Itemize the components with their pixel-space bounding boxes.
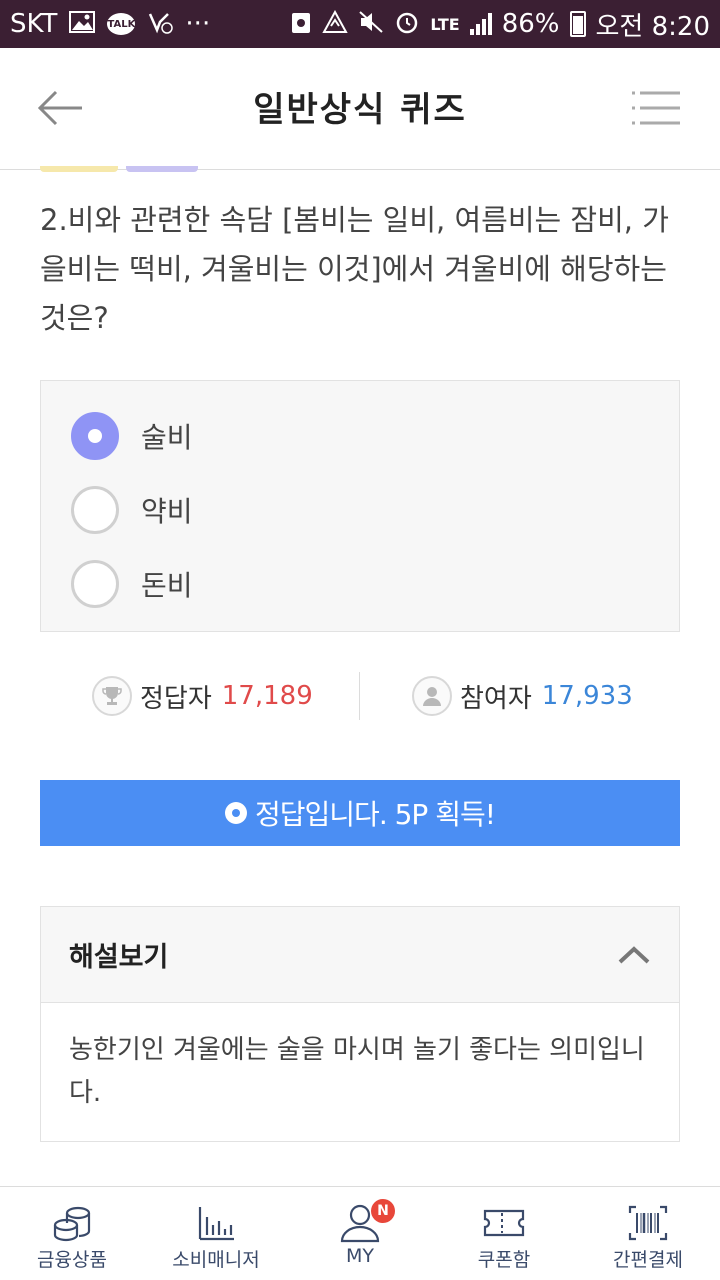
correct-label: 정답자 — [140, 683, 212, 714]
nav-label: 금융상품 — [37, 1249, 107, 1271]
radio-icon — [71, 486, 119, 534]
radio-icon — [71, 560, 119, 608]
circle-check-icon — [225, 802, 248, 824]
chevron-up-icon — [618, 945, 650, 963]
battery-percent: 86% — [501, 9, 560, 39]
option-label: 약비 — [141, 495, 193, 528]
trophy-icon — [92, 676, 132, 716]
bottom-navigation: 금융상품 소비매니저 N MY 쿠폰함 간편결제 — [0, 1186, 720, 1280]
nav-label: MY — [346, 1245, 374, 1267]
mute-icon — [358, 10, 384, 39]
person-icon — [412, 676, 452, 716]
carrier-label: SKT — [10, 9, 58, 39]
explanation-title: 해설보기 — [69, 942, 169, 973]
ticket-icon — [483, 1209, 525, 1237]
alarm-icon — [394, 9, 420, 40]
kakaotalk-icon: TALK — [107, 13, 136, 35]
hamburger-menu-icon — [632, 91, 680, 125]
nav-label: 소비매니저 — [172, 1249, 260, 1271]
correct-value: 17,189 — [221, 681, 313, 711]
network-type: LTE — [430, 14, 460, 34]
battery-icon — [569, 11, 586, 37]
nav-coupons[interactable]: 쿠폰함 — [432, 1187, 576, 1280]
participants-label: 참여자 — [460, 683, 532, 714]
explanation-panel: 해설보기 농한기인 겨울에는 술을 마시며 놀기 좋다는 의미입니다. — [40, 906, 680, 1142]
nav-my[interactable]: N MY — [288, 1187, 432, 1280]
app-header: 일반상식 퀴즈 — [0, 48, 720, 170]
page-title: 일반상식 퀴즈 — [253, 90, 467, 130]
stats-divider — [359, 672, 360, 720]
nav-label: 간편결제 — [613, 1249, 683, 1271]
quiz-stats: 정답자 17,189 참여자 17,933 — [40, 670, 680, 722]
result-text: 정답입니다. 5P 획득! — [255, 798, 496, 831]
menu-button[interactable] — [630, 90, 682, 126]
status-bar: SKT TALK ··· LTE 86% 오전 8:20 — [0, 0, 720, 48]
signal-icon — [469, 13, 492, 35]
option-label: 돈비 — [141, 569, 193, 602]
gallery-icon — [69, 10, 96, 38]
explanation-body: 농한기인 겨울에는 술을 마시며 놀기 좋다는 의미입니다. — [69, 1035, 645, 1108]
barcode-icon — [628, 1205, 668, 1241]
clock: 오전 8:20 — [595, 11, 711, 42]
option-label: 술비 — [141, 421, 193, 454]
participant-count: 참여자 17,933 — [412, 670, 633, 722]
question-text: 2.비와 관련한 속담 [봄비는 일비, 여름비는 잠비, 가을비는 떡비, 겨… — [40, 203, 669, 335]
notification-badge: N — [371, 1199, 395, 1223]
bar-chart-icon — [198, 1207, 234, 1241]
correct-count: 정답자 17,189 — [92, 670, 313, 722]
answer-options: 술비 약비 돈비 — [40, 380, 680, 632]
nav-label: 쿠폰함 — [477, 1249, 531, 1271]
coins-icon — [53, 1206, 91, 1242]
nav-spending-manager[interactable]: 소비매니저 — [144, 1187, 288, 1280]
answer-option[interactable]: 약비 — [71, 485, 193, 535]
more-notifications-icon: ··· — [185, 9, 211, 39]
nav-easy-pay[interactable]: 간편결제 — [576, 1187, 720, 1280]
nav-financial-products[interactable]: 금융상품 — [0, 1187, 144, 1280]
level-tag — [126, 166, 198, 172]
answer-option[interactable]: 돈비 — [71, 559, 193, 609]
result-banner: 정답입니다. 5P 획득! — [40, 780, 680, 846]
recycle-icon — [290, 9, 312, 40]
explanation-toggle[interactable]: 해설보기 — [41, 907, 679, 1003]
category-tag — [40, 166, 118, 172]
missed-call-icon — [147, 10, 174, 39]
answer-option[interactable]: 술비 — [71, 411, 193, 461]
sync-icon — [322, 9, 349, 39]
radio-selected-icon — [71, 412, 119, 460]
participants-value: 17,933 — [541, 681, 633, 711]
